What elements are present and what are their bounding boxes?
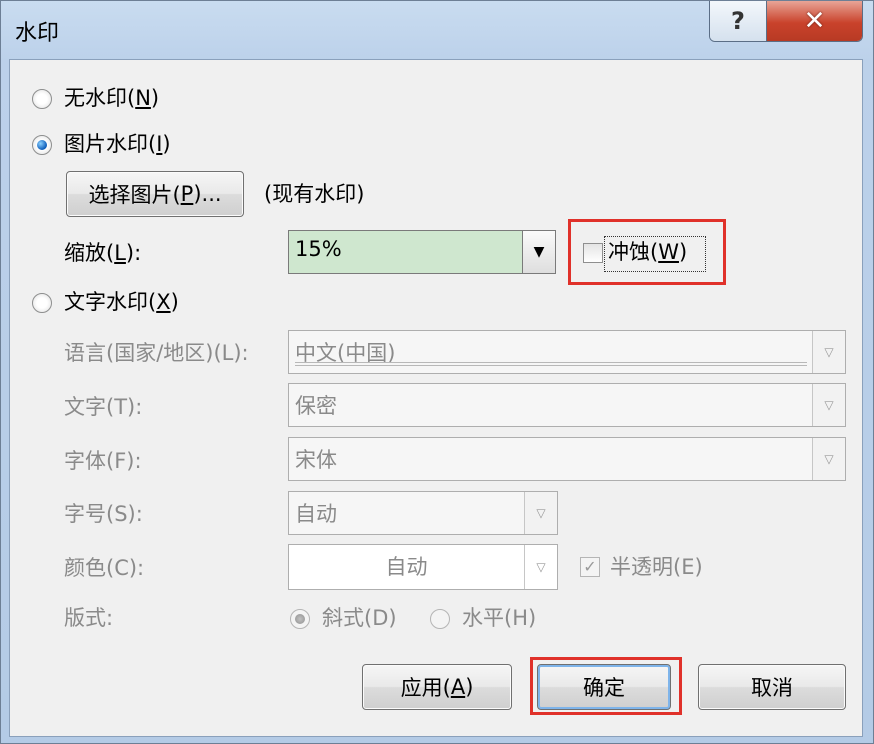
layout-label: 版式: bbox=[64, 606, 114, 630]
no-watermark-label[interactable]: 无水印(N) bbox=[64, 84, 159, 112]
diagonal-radio[interactable] bbox=[290, 609, 310, 629]
size-select[interactable]: 自动 ▽ bbox=[288, 491, 558, 535]
washout-label[interactable]: 冲蚀(W) bbox=[608, 238, 687, 266]
help-button[interactable]: ? bbox=[710, 1, 767, 41]
size-value: 自动 bbox=[295, 502, 337, 526]
text-label: 文字(T): bbox=[64, 395, 143, 419]
semitransparent-label[interactable]: 半透明(E) bbox=[610, 553, 703, 581]
dropdown-arrow-icon[interactable]: ▼ bbox=[522, 231, 555, 273]
dialog-title: 水印 bbox=[15, 21, 60, 46]
size-label: 字号(S): bbox=[64, 502, 143, 526]
color-label: 颜色(C): bbox=[64, 556, 145, 580]
dropdown-arrow-icon[interactable]: ▽ bbox=[524, 492, 557, 534]
language-label: 语言(国家/地区)(L): bbox=[64, 341, 249, 365]
question-mark-icon: ? bbox=[731, 7, 745, 35]
dropdown-arrow-icon[interactable]: ▽ bbox=[524, 545, 557, 589]
color-value: 自动 bbox=[385, 555, 428, 579]
current-watermark-text: (现有水印) bbox=[264, 182, 365, 206]
close-icon: ✕ bbox=[803, 6, 826, 36]
font-label: 字体(F): bbox=[64, 449, 142, 473]
dropdown-arrow-icon[interactable]: ▽ bbox=[812, 384, 845, 426]
horizontal-radio[interactable] bbox=[430, 609, 450, 629]
color-select[interactable]: 自动 ▽ bbox=[288, 544, 558, 590]
text-watermark-radio[interactable] bbox=[32, 293, 52, 313]
semitransparent-checkbox[interactable]: ✓ bbox=[580, 557, 600, 577]
cancel-button[interactable]: 取消 bbox=[698, 664, 846, 710]
title-buttons: ? ✕ bbox=[709, 1, 863, 42]
font-value: 宋体 bbox=[295, 448, 337, 472]
ok-button[interactable]: 确定 bbox=[537, 664, 671, 710]
text-value: 保密 bbox=[295, 394, 337, 418]
dialog-content: 无水印(N) 图片水印(I) 选择图片(P)... (现有水印) 缩放(L): … bbox=[9, 59, 863, 737]
no-watermark-radio[interactable] bbox=[32, 89, 52, 109]
picture-watermark-label[interactable]: 图片水印(I) bbox=[64, 130, 171, 158]
select-picture-button[interactable]: 选择图片(P)... bbox=[66, 171, 244, 217]
scale-value: 15% bbox=[295, 237, 342, 261]
washout-checkbox[interactable] bbox=[583, 243, 603, 263]
title-bar[interactable]: 水印 ? ✕ bbox=[1, 1, 873, 59]
dropdown-arrow-icon[interactable]: ▽ bbox=[812, 331, 845, 373]
close-button[interactable]: ✕ bbox=[767, 1, 862, 41]
diagonal-label[interactable]: 斜式(D) bbox=[322, 604, 397, 632]
dropdown-arrow-icon[interactable]: ▽ bbox=[812, 438, 845, 480]
text-watermark-label[interactable]: 文字水印(X) bbox=[64, 288, 179, 316]
field-underline bbox=[295, 362, 807, 366]
watermark-dialog: 水印 ? ✕ 无水印(N) 图片水印(I) 选择图片(P)... (现有水印) … bbox=[0, 0, 874, 744]
apply-button[interactable]: 应用(A) bbox=[362, 664, 512, 710]
horizontal-label[interactable]: 水平(H) bbox=[462, 604, 536, 632]
language-select[interactable]: 中文(中国) ▽ bbox=[288, 330, 846, 374]
scale-label: 缩放(L): bbox=[64, 241, 142, 265]
picture-watermark-radio[interactable] bbox=[32, 135, 52, 155]
scale-select[interactable]: 15% ▼ bbox=[288, 230, 556, 274]
font-select[interactable]: 宋体 ▽ bbox=[288, 437, 846, 481]
text-select[interactable]: 保密 ▽ bbox=[288, 383, 846, 427]
